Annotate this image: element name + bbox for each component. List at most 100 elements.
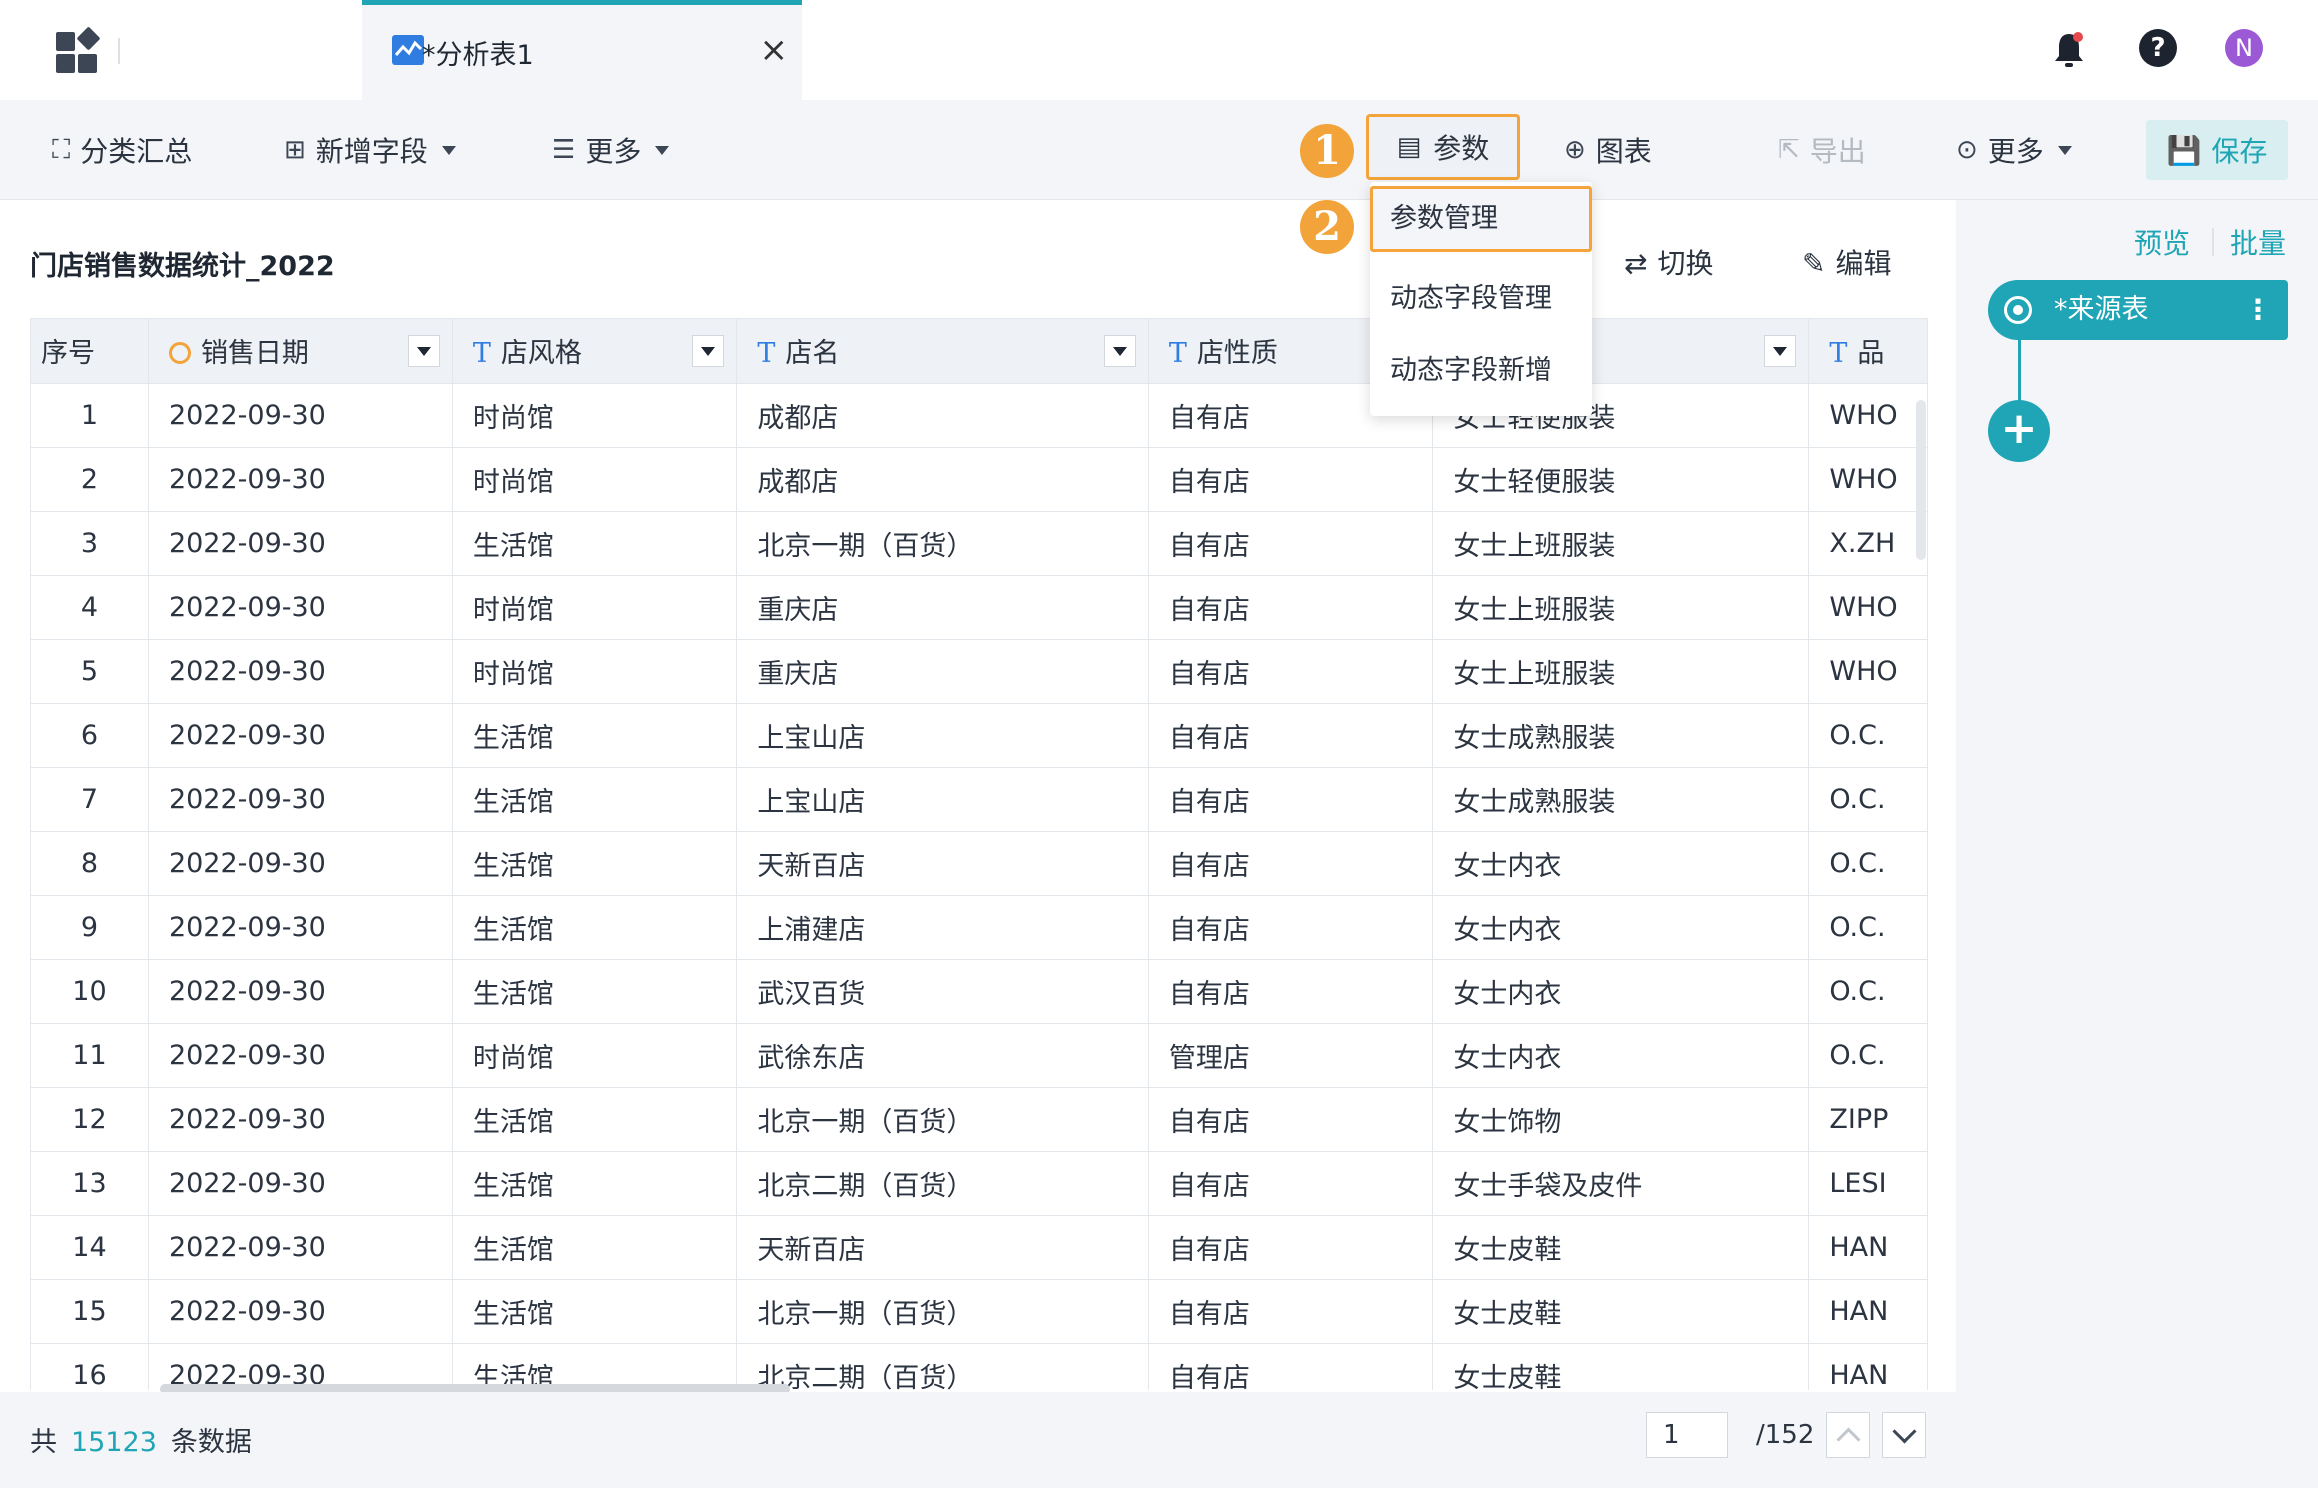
column-header-date[interactable]: 销售日期: [148, 319, 453, 384]
table-row[interactable]: 11 2022-09-30 时尚馆 武徐东店 管理店 女士内衣 O.C.: [31, 1023, 1928, 1088]
table-row[interactable]: 3 2022-09-30 生活馆 北京一期（百货） 自有店 女士上班服装 X.ZH: [31, 511, 1928, 576]
menu-item-dynamic-field-add[interactable]: 动态字段新增: [1370, 338, 1592, 404]
add-node-button[interactable]: +: [1988, 400, 2050, 462]
table-row[interactable]: 10 2022-09-30 生活馆 武汉百货 自有店 女士内衣 O.C.: [31, 959, 1928, 1024]
record-count-suffix: 条数据: [170, 1427, 252, 1458]
table-row[interactable]: 6 2022-09-30 生活馆 上宝山店 自有店 女士成熟服装 O.C.: [31, 703, 1928, 768]
table-cell: 重庆店: [736, 575, 1149, 640]
table-cell: 16: [31, 1343, 149, 1390]
table-cell: 15: [31, 1279, 149, 1344]
page-number-input[interactable]: [1646, 1412, 1728, 1458]
help-icon[interactable]: ?: [2139, 29, 2177, 67]
ellipsis-circle-icon: ⊙: [1956, 135, 1978, 165]
text-type-icon: T: [757, 338, 776, 370]
text-type-icon: T: [1829, 338, 1848, 370]
node-label: *来源表: [2054, 294, 2149, 325]
table-row[interactable]: 16 2022-09-30 生活馆 北京二期（百货） 自有店 女士皮鞋 HAN: [31, 1343, 1928, 1390]
table-cell: 武徐东店: [736, 1023, 1149, 1088]
column-filter-dropdown[interactable]: [1764, 335, 1797, 367]
more-right-button[interactable]: ⊙ 更多: [1956, 100, 2072, 200]
table-cell: 2022-09-30: [148, 1023, 453, 1088]
table-row[interactable]: 7 2022-09-30 生活馆 上宝山店 自有店 女士成熟服装 O.C.: [31, 767, 1928, 832]
table-cell: 时尚馆: [452, 639, 738, 704]
table-cell: ZIPP: [1808, 1087, 1928, 1152]
divider: [2212, 228, 2214, 256]
table-row[interactable]: 9 2022-09-30 生活馆 上浦建店 自有店 女士内衣 O.C.: [31, 895, 1928, 960]
next-page-button[interactable]: [1882, 1412, 1926, 1458]
apps-grid-icon[interactable]: [52, 26, 101, 74]
column-label: 销售日期: [200, 338, 309, 370]
column-filter-dropdown[interactable]: [1103, 335, 1136, 367]
table-cell: 2022-09-30: [148, 1087, 453, 1152]
table-cell: 上宝山店: [736, 767, 1149, 832]
hierarchy-icon: ⛶: [52, 134, 71, 165]
column-filter-dropdown[interactable]: [692, 335, 725, 367]
table-cell: 天新百店: [736, 1215, 1149, 1280]
table-cell: 生活馆: [452, 831, 738, 896]
avatar[interactable]: N: [2225, 29, 2263, 67]
edit-button[interactable]: ✎ 编辑: [1802, 242, 1891, 282]
table-cell: 北京一期（百货）: [736, 1279, 1149, 1344]
pen-icon: ✎: [1802, 247, 1826, 280]
column-label: 品: [1857, 338, 1885, 370]
plus-circle-icon: ⊕: [1564, 135, 1586, 165]
table-cell: 2022-09-30: [148, 1279, 453, 1344]
more-left-button[interactable]: ☰ 更多: [552, 100, 670, 200]
table-row[interactable]: 15 2022-09-30 生活馆 北京一期（百货） 自有店 女士皮鞋 HAN: [31, 1279, 1928, 1344]
table-cell: 8: [31, 831, 149, 896]
vertical-scrollbar[interactable]: [1916, 400, 1926, 560]
source-table-node[interactable]: *来源表 ⋮: [1988, 280, 2288, 340]
table-row[interactable]: 12 2022-09-30 生活馆 北京一期（百货） 自有店 女士饰物 ZIPP: [31, 1087, 1928, 1152]
params-button[interactable]: ▤ 参数: [1366, 114, 1520, 180]
menu-item-dynamic-field-management[interactable]: 动态字段管理: [1370, 266, 1592, 332]
group-summary-button[interactable]: ⛶ 分类汇总: [52, 100, 192, 200]
table-cell: 成都店: [736, 383, 1149, 448]
table-cell: 自有店: [1148, 1215, 1434, 1280]
table-row[interactable]: 14 2022-09-30 生活馆 天新百店 自有店 女士皮鞋 HAN: [31, 1215, 1928, 1280]
table-cell: 自有店: [1148, 959, 1434, 1024]
edit-label: 编辑: [1835, 247, 1892, 280]
batch-link[interactable]: 批量: [2230, 222, 2286, 262]
table-row[interactable]: 8 2022-09-30 生活馆 天新百店 自有店 女士内衣 O.C.: [31, 831, 1928, 896]
table-cell: 女士内衣: [1432, 895, 1810, 960]
column-header-brand[interactable]: T品: [1808, 319, 1928, 384]
column-filter-dropdown[interactable]: [407, 335, 440, 367]
add-column-icon: ⊞: [284, 135, 306, 165]
page-total: /152: [1756, 1420, 1815, 1450]
record-count-prefix: 共: [30, 1427, 57, 1458]
table-cell: 生活馆: [452, 511, 738, 576]
table-row[interactable]: 4 2022-09-30 时尚馆 重庆店 自有店 女士上班服装 WHO: [31, 575, 1928, 640]
group-summary-label: 分类汇总: [80, 135, 193, 168]
table-cell: 女士上班服装: [1432, 639, 1810, 704]
table-cell: 女士内衣: [1432, 959, 1810, 1024]
text-type-icon: T: [1168, 338, 1187, 370]
table-row[interactable]: 13 2022-09-30 生活馆 北京二期（百货） 自有店 女士手袋及皮件 LESI: [31, 1151, 1928, 1216]
table-cell: 自有店: [1148, 1343, 1434, 1390]
table-cell: 生活馆: [452, 1343, 738, 1390]
target-icon: [2004, 296, 2032, 324]
table-cell: 12: [31, 1087, 149, 1152]
table-row[interactable]: 5 2022-09-30 时尚馆 重庆店 自有店 女士上班服装 WHO: [31, 639, 1928, 704]
prev-page-button[interactable]: [1826, 1412, 1870, 1458]
table-cell: 女士上班服装: [1432, 575, 1810, 640]
menu-item-param-management[interactable]: 参数管理: [1370, 186, 1592, 252]
switch-button[interactable]: ⇄ 切换: [1624, 242, 1713, 282]
document-tab[interactable]: *分析表1 ×: [362, 0, 802, 100]
table-cell: 自有店: [1148, 1087, 1434, 1152]
table-row[interactable]: 2 2022-09-30 时尚馆 成都店 自有店 女士轻便服装 WHO: [31, 447, 1928, 512]
column-header-style[interactable]: T 店风格: [452, 319, 738, 384]
close-icon[interactable]: ×: [760, 33, 789, 67]
preview-link[interactable]: 预览: [2134, 222, 2190, 262]
table-cell: 时尚馆: [452, 383, 738, 448]
column-header-store-name[interactable]: T 店名: [736, 319, 1149, 384]
more-vertical-icon[interactable]: ⋮: [2244, 280, 2272, 340]
save-button[interactable]: 💾 保存: [2146, 120, 2288, 180]
record-count: 共 15123 条数据: [30, 1420, 252, 1459]
bell-icon[interactable]: [2052, 30, 2086, 70]
table-cell: O.C.: [1808, 703, 1928, 768]
column-header-seq: 序号: [31, 319, 149, 384]
table-cell: 自有店: [1148, 639, 1434, 704]
export-button[interactable]: ⇱ 导出: [1778, 100, 1866, 200]
add-field-button[interactable]: ⊞ 新增字段: [284, 100, 456, 200]
table-row[interactable]: 1 2022-09-30 时尚馆 成都店 自有店 女士轻便服装 WHO: [31, 383, 1928, 448]
